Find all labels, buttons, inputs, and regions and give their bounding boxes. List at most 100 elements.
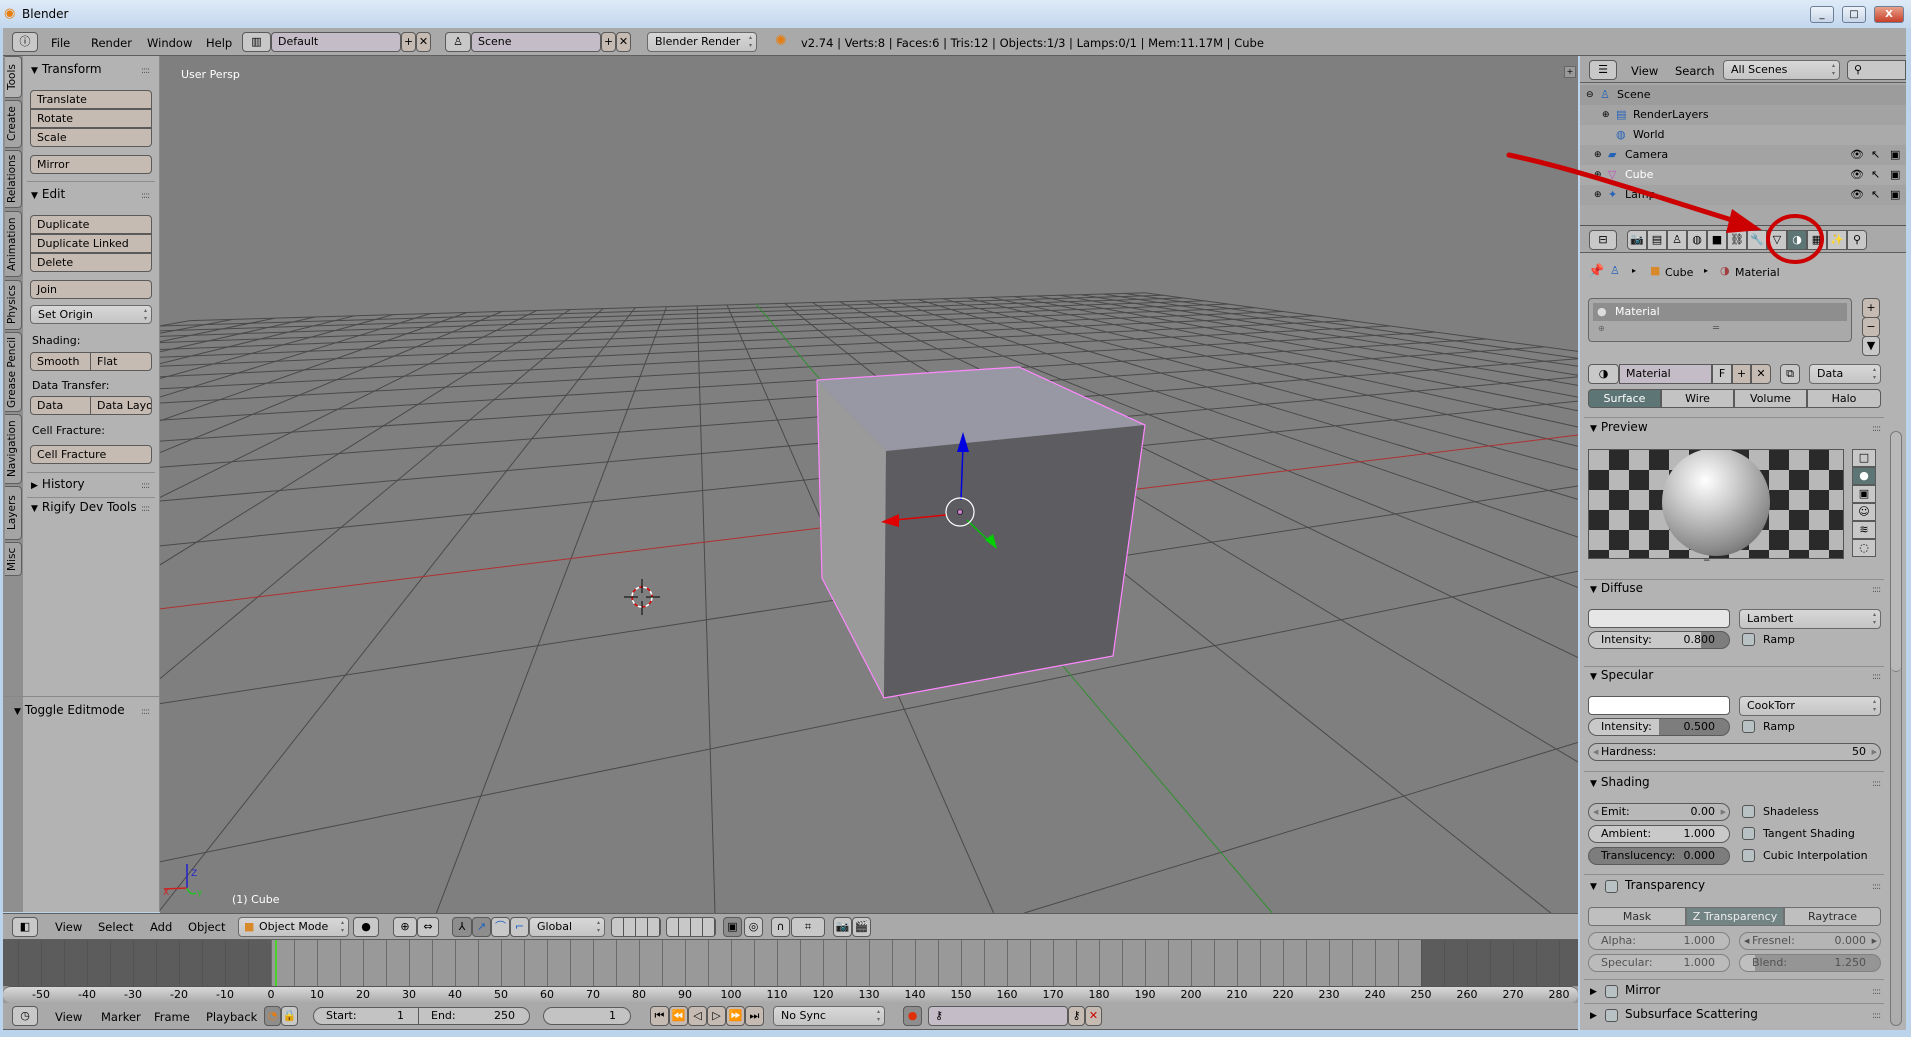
cubic-interpolation-checkbox[interactable] — [1742, 849, 1755, 862]
menu-window[interactable]: Window — [147, 36, 192, 50]
tab-render-icon[interactable]: 📷 — [1627, 230, 1647, 250]
shadeless-checkbox[interactable] — [1742, 805, 1755, 818]
tab-scene-icon[interactable]: ♙ — [1667, 230, 1687, 250]
panel-toggle-editmode-header[interactable]: ▼ Toggle Editmode — [14, 703, 125, 717]
tab-constraints-icon[interactable]: ⛓ — [1727, 230, 1747, 250]
end-frame-field[interactable]: End: 250 — [418, 1007, 530, 1025]
menu-marker[interactable]: Marker — [101, 1010, 141, 1024]
menu-frame[interactable]: Frame — [154, 1010, 190, 1024]
outliner-row[interactable]: ⊕ ▤ RenderLayers — [1580, 105, 1906, 125]
preview-monkey-icon[interactable]: ☺ — [1852, 503, 1876, 521]
outliner-item-name[interactable]: Cube — [1625, 165, 1653, 185]
diffuse-color-swatch[interactable] — [1588, 609, 1730, 628]
cursor-icon[interactable]: ↖ — [1871, 165, 1880, 185]
sync-mode-dropdown[interactable]: No Sync — [773, 1006, 885, 1026]
editor-type-timeline-icon[interactable]: ◷ — [12, 1006, 38, 1026]
transparency-mode-mask[interactable]: Mask — [1588, 907, 1686, 926]
panel-specular-header[interactable]: ▼ Specular — [1590, 668, 1653, 682]
outliner-item-name[interactable]: Scene — [1617, 85, 1651, 105]
scale-manipulator-icon[interactable]: ⌐ — [510, 917, 529, 937]
add-layout-icon[interactable]: + — [401, 32, 416, 52]
scene-field[interactable]: Scene — [471, 32, 601, 52]
hardness-field[interactable]: ◀ Hardness: 50 ▶ — [1588, 743, 1881, 761]
drag-handle-icon[interactable]: :::: — [141, 191, 150, 201]
material-type-tab-surface[interactable]: Surface — [1588, 389, 1661, 408]
panel-edit-header[interactable]: ▼ Edit — [31, 187, 65, 201]
drag-handle-icon[interactable]: :::: — [1872, 882, 1881, 892]
snap-magnet-icon[interactable]: ∩ — [771, 917, 790, 937]
outliner-row[interactable]: ⊕ ▽ Cube 👁 ↖ ▣ — [1580, 165, 1906, 185]
data-layout-button[interactable]: Data Layo — [90, 396, 152, 415]
outliner-search-input[interactable]: ⚲ — [1847, 60, 1906, 80]
transparency-mode-raytrace[interactable]: Raytrace — [1784, 907, 1881, 926]
tool-tab-create[interactable]: Create — [5, 100, 22, 148]
tab-material-icon[interactable]: ◑ — [1787, 230, 1807, 250]
pin-icon[interactable]: 📌 — [1588, 264, 1604, 279]
tangent-shading-checkbox[interactable] — [1742, 827, 1755, 840]
material-name-field[interactable]: Material — [1619, 364, 1712, 384]
maximize-button[interactable]: □ — [1842, 6, 1866, 23]
preview-hair-icon[interactable]: ≋ — [1852, 521, 1876, 539]
transparency-mode-z-transparency[interactable]: Z Transparency — [1686, 907, 1784, 926]
delete-button[interactable]: Delete — [30, 253, 152, 272]
menu-add[interactable]: Add — [150, 920, 172, 934]
menu-view[interactable]: View — [1631, 64, 1658, 78]
render-icon[interactable]: ▣ — [1890, 185, 1900, 205]
outliner-item-name[interactable]: Camera — [1625, 145, 1668, 165]
menu-playback[interactable]: Playback — [206, 1010, 257, 1024]
ambient-slider[interactable]: Ambient: 1.000 — [1588, 825, 1730, 843]
diffuse-intensity-slider[interactable]: Intensity: 0.800 — [1588, 631, 1730, 649]
diffuse-shader-dropdown[interactable]: Lambert — [1739, 609, 1881, 629]
tool-tab-misc[interactable]: Misc — [5, 542, 22, 576]
tab-data-icon[interactable]: ▽ — [1767, 230, 1787, 250]
drag-handle-icon[interactable]: :::: — [141, 66, 150, 76]
screen-layout-icon[interactable]: ▥ — [242, 32, 271, 52]
preview-sky-icon[interactable]: ◌ — [1852, 539, 1876, 557]
expand-icon[interactable]: ⊕ — [1594, 165, 1602, 185]
viewport-shading-icon[interactable]: ● — [353, 917, 379, 937]
editor-type-3d-icon[interactable]: ◧ — [12, 917, 38, 937]
outliner-item-name[interactable]: World — [1633, 125, 1665, 145]
eye-icon[interactable]: 👁 — [1850, 145, 1864, 165]
node-toggle-icon[interactable]: ⧉ — [1780, 364, 1800, 384]
outliner-row[interactable]: ⊕ ✦ Lamp 👁 ↖ ▣ — [1580, 185, 1906, 205]
minimize-button[interactable]: _ — [1810, 6, 1834, 23]
fake-user-button[interactable]: F — [1712, 364, 1732, 384]
menu-view[interactable]: View — [55, 1010, 82, 1024]
eye-icon[interactable]: 👁 — [1850, 165, 1864, 185]
viewport-canvas[interactable] — [160, 56, 1578, 913]
tab-particles-icon[interactable]: ✨ — [1827, 230, 1847, 250]
scrollbar-thumb[interactable] — [1891, 432, 1901, 672]
next-keyframe-icon[interactable]: ⏩ — [726, 1006, 745, 1026]
collapse-icon[interactable]: ⊖ — [1586, 85, 1594, 105]
transform-orientation-dropdown[interactable]: Global — [529, 917, 605, 937]
cell-fracture-button[interactable]: Cell Fracture — [30, 445, 152, 464]
display-mode-dropdown[interactable]: All Scenes — [1723, 60, 1840, 80]
rotate-button[interactable]: Rotate — [30, 109, 152, 128]
prev-keyframe-icon[interactable]: ⏪ — [669, 1006, 688, 1026]
render-icon[interactable]: ▣ — [1890, 165, 1900, 185]
add-slot-button[interactable]: + — [1862, 298, 1880, 318]
transparency-checkbox[interactable] — [1605, 880, 1618, 893]
panel-history-header[interactable]: ▶ History — [31, 477, 85, 491]
scale-button[interactable]: Scale — [30, 128, 152, 147]
delete-keyframe-icon[interactable]: ✕ — [1085, 1006, 1102, 1026]
tab-render-layers-icon[interactable]: ▤ — [1647, 230, 1667, 250]
cursor-icon[interactable]: ↖ — [1871, 185, 1880, 205]
outliner-row[interactable]: ⊖ ♙ Scene — [1580, 85, 1906, 105]
expand-icon[interactable]: ⊕ — [1594, 145, 1602, 165]
expand-icon[interactable]: ⊕ — [1594, 185, 1602, 205]
join-button[interactable]: Join — [30, 280, 152, 299]
material-type-tab-volume[interactable]: Volume — [1734, 389, 1807, 408]
render-animation-icon[interactable]: 🎬 — [852, 917, 871, 937]
panel-transform-header[interactable]: ▼ Transform — [31, 62, 102, 76]
tab-texture-icon[interactable]: ▦ — [1807, 230, 1827, 250]
decrement-arrow-icon[interactable]: ◀ — [1744, 933, 1749, 949]
material-slot-list[interactable]: ● Material ⊕ ═ — [1588, 298, 1852, 342]
lock-frame-icon[interactable]: 🔒 — [281, 1006, 298, 1026]
outliner-item-name[interactable]: Lamp — [1625, 185, 1656, 205]
expand-icon[interactable]: ⊕ — [1602, 105, 1610, 125]
browse-material-icon[interactable]: ◑ — [1588, 364, 1619, 384]
material-type-tab-wire[interactable]: Wire — [1661, 389, 1734, 408]
scene-layers-a[interactable] — [611, 917, 661, 937]
